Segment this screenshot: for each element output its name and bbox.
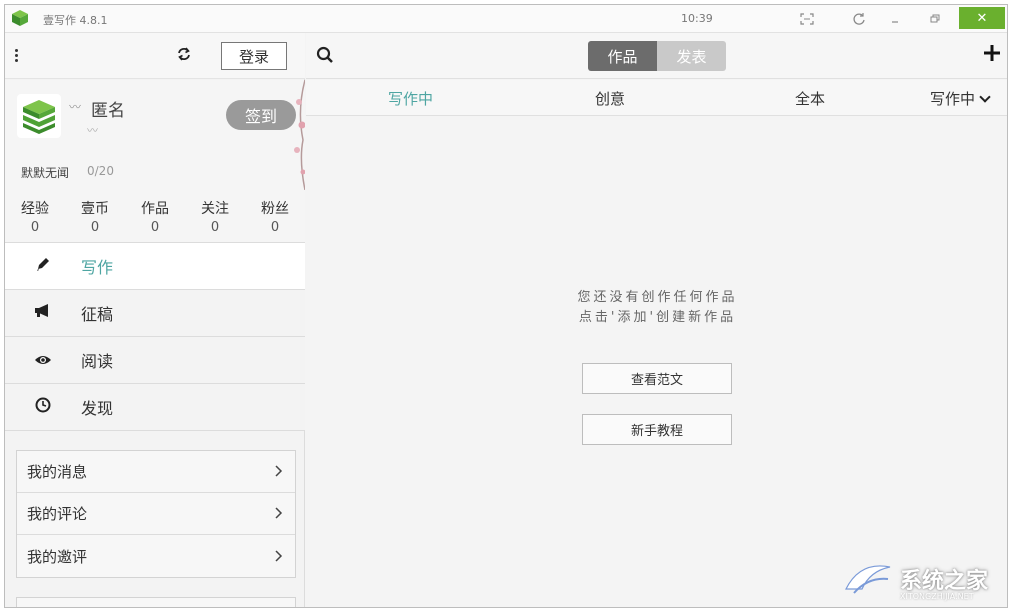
tutorial-button[interactable]: 新手教程	[582, 414, 732, 445]
megaphone-icon	[31, 303, 55, 323]
stat-fans[interactable]: 粉丝 0	[245, 198, 305, 235]
add-icon[interactable]	[983, 42, 1001, 66]
pencil-icon	[31, 256, 55, 276]
chevron-down-icon	[979, 91, 991, 103]
watermark-logo-icon	[845, 565, 891, 594]
link-my-comments[interactable]: 我的评论	[17, 493, 295, 535]
stat-value: 0	[150, 220, 160, 235]
empty-state-line2: 点击'添加'创建新作品	[578, 310, 737, 325]
link-label: 我的消息	[27, 463, 88, 481]
blossom-decoration-icon	[294, 80, 305, 190]
stat-label: 经验	[21, 201, 49, 217]
more-menu-icon[interactable]	[15, 49, 19, 64]
stat-value: 0	[210, 220, 220, 235]
profile-card: 〰 〰 匿名 签到 默默无闻 0/20 经验 0 壹币 0 作品 0 关注 0 …	[5, 80, 305, 243]
app-window: 壹写作 4.8.1 10:39 ✕ 登录 〰 〰 匿名 签到 默默无闻 0/20…	[4, 4, 1008, 608]
stat-value: 0	[30, 220, 40, 235]
sidebar-toolbar: 登录	[5, 33, 305, 79]
stat-label: 关注	[201, 201, 229, 217]
title-bar: 壹写作 4.8.1 10:39 ✕	[5, 5, 1007, 33]
clock-icon	[31, 397, 55, 417]
username[interactable]: 匿名	[91, 96, 125, 121]
chevron-right-icon	[275, 462, 283, 481]
refresh-window-icon[interactable]	[839, 7, 879, 31]
link-my-messages[interactable]: 我的消息	[17, 451, 295, 493]
bird-decoration-icon: 〰	[69, 100, 82, 114]
sidebar-card-partial	[16, 597, 296, 607]
eye-icon	[31, 351, 55, 370]
stats-row: 经验 0 壹币 0 作品 0 关注 0 粉丝 0	[5, 198, 305, 235]
sidebar-item-write[interactable]: 写作	[5, 242, 305, 289]
view-segmented-control: 作品 发表	[588, 41, 726, 71]
stat-label: 粉丝	[261, 201, 289, 217]
sidebar-item-label: 阅读	[81, 352, 114, 371]
divider	[5, 430, 305, 431]
stat-experience[interactable]: 经验 0	[5, 198, 65, 235]
sync-icon[interactable]	[177, 47, 191, 65]
watermark-url: XITONGZHIJIA.NET	[900, 592, 974, 601]
stat-label: 作品	[141, 201, 169, 217]
signin-button[interactable]: 签到	[226, 100, 296, 130]
sidebar-item-label: 发现	[81, 399, 114, 418]
login-button[interactable]: 登录	[221, 42, 287, 70]
link-my-invitations[interactable]: 我的邀评	[17, 535, 295, 577]
link-label: 我的邀评	[27, 547, 88, 566]
stat-value: 0	[270, 220, 280, 235]
search-icon[interactable]	[316, 46, 334, 64]
stat-following[interactable]: 关注 0	[185, 198, 245, 235]
app-logo-icon	[12, 10, 28, 26]
stat-works[interactable]: 作品 0	[125, 198, 185, 235]
stat-label: 壹币	[81, 201, 109, 217]
filter-writing[interactable]: 写作中	[388, 88, 433, 109]
chevron-right-icon	[275, 504, 283, 523]
main-toolbar: 作品 发表	[306, 33, 1007, 79]
screenshot-icon[interactable]	[787, 7, 827, 31]
clock-time: 10:39	[681, 12, 713, 25]
watermark: 系统之家 XITONGZHIJIA.NET	[840, 556, 1005, 602]
sidebar-item-label: 写作	[81, 258, 114, 277]
main-panel: 作品 发表 写作中 创意 全本 写作中 您还没有创作任何作品 点击'添加'创建新…	[306, 33, 1007, 607]
segment-published[interactable]: 发表	[657, 41, 726, 71]
status-dropdown[interactable]: 写作中	[929, 88, 991, 109]
stat-value: 0	[90, 220, 100, 235]
motto-count: 0/20	[87, 164, 114, 178]
filter-complete[interactable]: 全本	[795, 88, 825, 109]
sidebar-nav: 写作 征稿 阅读 发现	[5, 242, 305, 431]
sidebar-links: 我的消息 我的评论 我的邀评	[16, 450, 296, 578]
app-title: 壹写作 4.8.1	[43, 14, 108, 27]
sidebar-item-submissions[interactable]: 征稿	[5, 289, 305, 336]
stat-coins[interactable]: 壹币 0	[65, 198, 125, 235]
view-sample-button[interactable]: 查看范文	[582, 363, 732, 394]
segment-works[interactable]: 作品	[588, 41, 657, 71]
sidebar-item-read[interactable]: 阅读	[5, 336, 305, 383]
sidebar: 登录 〰 〰 匿名 签到 默默无闻 0/20 经验 0 壹币 0 作品 0 关注…	[5, 33, 305, 607]
empty-state-line1: 您还没有创作任何作品	[577, 290, 738, 305]
avatar[interactable]	[17, 94, 61, 138]
filter-ideas[interactable]: 创意	[595, 88, 625, 109]
sidebar-item-discover[interactable]: 发现	[5, 383, 305, 430]
bird-decoration-icon: 〰	[87, 124, 98, 137]
motto[interactable]: 默默无闻	[21, 164, 69, 181]
restore-icon[interactable]	[915, 7, 955, 31]
chevron-right-icon	[275, 547, 283, 566]
filter-bar: 写作中 创意 全本 写作中	[306, 80, 1007, 116]
close-button[interactable]: ✕	[959, 7, 1005, 29]
link-label: 我的评论	[27, 505, 88, 523]
status-dropdown-label: 写作中	[929, 90, 975, 108]
minimize-icon[interactable]	[875, 7, 915, 31]
sidebar-item-label: 征稿	[81, 305, 114, 324]
watermark-text: 系统之家	[900, 569, 989, 594]
